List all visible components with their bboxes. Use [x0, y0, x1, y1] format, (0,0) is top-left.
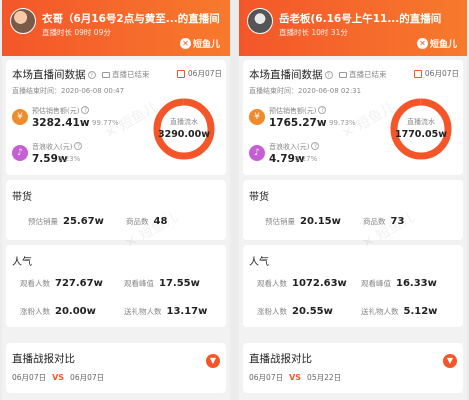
chevron-down-icon[interactable]: ▼ [206, 354, 220, 368]
sales-value: 3282.41w [32, 117, 90, 129]
donut-value: 3290.00w [157, 129, 211, 140]
left-live-report: 衣哥（6月16号2点与黄至...的直播间 直播时长 09时 09分 ✕ 短鱼儿 … [2, 0, 230, 400]
revenue-donut: 直播流水 1770.05w [389, 97, 453, 161]
stream-duration: 直播时长 10时 31分 [279, 28, 348, 37]
help-icon[interactable]: ? [318, 106, 327, 114]
revenue-donut: 直播流水 3290.00w [152, 97, 216, 161]
popularity-card: 人气 观看人数 1072.63w 观看峰值 16.33w 涨粉人数 20.55w 送礼… [243, 245, 463, 327]
status-badge: 直播已结束 [102, 69, 150, 80]
donut-value: 1770.05w [394, 129, 448, 140]
gift-stat: 送礼物人数 5.12w [361, 306, 438, 317]
peak-stat: 观看峰值 17.55w [124, 278, 200, 289]
sold-stat: 预估销量 20.15w [265, 216, 341, 227]
section-title: 本场直播间数据? [12, 67, 96, 82]
viewers-stat: 观看人数 1072.63w [257, 278, 347, 289]
stream-duration: 直播时长 09时 09分 [42, 28, 111, 37]
brand-name: 短鱼儿 [429, 40, 457, 50]
sold-stat: 预估销量 25.67w [28, 216, 104, 227]
brand-icon: ✕ [179, 38, 191, 49]
brand-logo: ✕ 短鱼儿 [416, 37, 457, 50]
popularity-title: 人气 [12, 257, 32, 268]
items-stat: 商品数 73 [363, 216, 405, 227]
help-icon[interactable]: ? [311, 142, 320, 150]
tv-icon [339, 71, 347, 78]
tips-pct: 0.23% [58, 155, 81, 163]
date-selector[interactable]: 06月07日 [413, 68, 459, 79]
calendar-icon [176, 69, 185, 78]
viewers-stat: 观看人数 727.67w [20, 278, 103, 289]
donut-label: 直播流水 [407, 118, 435, 126]
yen-icon: ¥ [249, 109, 265, 125]
stats-card: 本场直播间数据? 直播已结束 06月07日 直播结束时间：2020-06-08 … [243, 60, 463, 175]
goods-card: 带货 预估销量 25.67w 商品数 48 [6, 180, 226, 240]
help-icon[interactable]: ? [81, 106, 90, 114]
donut-label: 直播流水 [170, 118, 198, 126]
calendar-icon [413, 69, 422, 78]
music-note-icon: ♪ [12, 145, 28, 161]
end-time: 直播结束时间：2020-06-08 02:31 [249, 87, 362, 95]
goods-title: 带货 [12, 192, 32, 203]
compare-dates: 06月07日 VS 06月07日 [12, 373, 105, 382]
sales-value: 1765.27w [269, 117, 327, 129]
date-selector[interactable]: 06月07日 [176, 68, 222, 79]
header: 岳老板(6.16号上午11...的直播间 直播时长 10时 31分 ✕ 短鱼儿 [239, 0, 467, 56]
stream-title: 衣哥（6月16号2点与黄至...的直播间 [42, 13, 220, 25]
goods-card: 带货 预估销量 20.15w 商品数 73 [243, 180, 463, 240]
brand-logo: ✕ 短鱼儿 [179, 37, 220, 50]
compare-title: 直播战报对比 [12, 353, 75, 365]
compare-card[interactable]: 直播战报对比 ▼ 06月07日 VS 06月07日 [6, 343, 226, 393]
brand-name: 短鱼儿 [192, 40, 220, 50]
stream-title: 岳老板(6.16号上午11...的直播间 [279, 13, 442, 25]
popularity-title: 人气 [249, 257, 269, 268]
fans-stat: 涨粉人数 20.55w [257, 306, 333, 317]
yen-icon: ¥ [12, 109, 28, 125]
goods-title: 带货 [249, 192, 269, 203]
chevron-down-icon[interactable]: ▼ [443, 354, 457, 368]
brand-icon: ✕ [416, 38, 428, 49]
fans-stat: 涨粉人数 20.00w [20, 306, 96, 317]
avatar[interactable] [247, 8, 273, 34]
header: 衣哥（6月16号2点与黄至...的直播间 直播时长 09时 09分 ✕ 短鱼儿 [2, 0, 230, 56]
tv-icon [102, 71, 110, 78]
compare-title: 直播战报对比 [249, 353, 312, 365]
section-title: 本场直播间数据? [249, 67, 333, 82]
help-icon[interactable]: ? [324, 71, 333, 79]
help-icon[interactable]: ? [87, 71, 96, 79]
compare-card[interactable]: 直播战报对比 ▼ 06月07日 VS 05月22日 [243, 343, 463, 393]
end-time: 直播结束时间：2020-06-08 00:47 [12, 87, 125, 95]
music-note-icon: ♪ [249, 145, 265, 161]
items-stat: 商品数 48 [126, 216, 168, 227]
tips-label: 音浪收入(元)? [269, 142, 320, 152]
peak-stat: 观看峰值 16.33w [361, 278, 437, 289]
stats-card: 本场直播间数据? 直播已结束 06月07日 直播结束时间：2020-06-08 … [6, 60, 226, 175]
right-live-report: 岳老板(6.16号上午11...的直播间 直播时长 10时 31分 ✕ 短鱼儿 … [239, 0, 467, 400]
help-icon[interactable]: ? [74, 142, 83, 150]
popularity-card: 人气 观看人数 727.67w 观看峰值 17.55w 涨粉人数 20.00w 送礼物… [6, 245, 226, 327]
sales-pct: 99.77% [92, 119, 119, 127]
sales-label: 预估销售额(元)? [32, 106, 90, 116]
sales-pct: 99.73% [329, 119, 356, 127]
compare-dates: 06月07日 VS 05月22日 [249, 373, 342, 382]
gift-stat: 送礼物人数 13.17w [124, 306, 208, 317]
sales-label: 预估销售额(元)? [269, 106, 327, 116]
tips-label: 音浪收入(元)? [32, 142, 83, 152]
status-badge: 直播已结束 [339, 69, 387, 80]
avatar[interactable] [10, 8, 36, 34]
tips-pct: 0.27% [295, 155, 318, 163]
